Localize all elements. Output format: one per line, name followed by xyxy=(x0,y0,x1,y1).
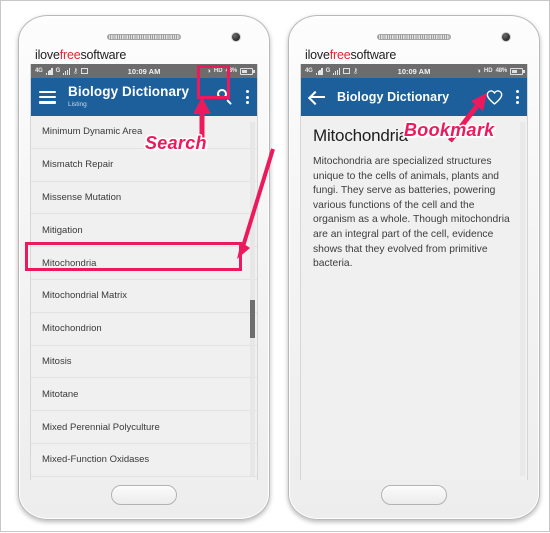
screenshot-icon-right xyxy=(343,68,351,74)
sim2-label: G xyxy=(55,68,61,74)
list-item-label: Mitosis xyxy=(42,355,72,367)
battery-icon xyxy=(240,67,255,75)
definition-panel: Mitochondria Mitochondria are specialize… xyxy=(301,116,527,480)
earpiece-speaker-icon xyxy=(107,34,181,40)
list-items-container: Minimum Dynamic Area Mismatch Repair Misse… xyxy=(31,116,257,477)
watermark-left: ilovefreesoftware xyxy=(35,48,126,62)
page-title-right: Biology Dictionary xyxy=(337,90,450,104)
signal-bars-icon-2-right xyxy=(333,67,341,75)
screen-right: 4G G ⚷ 10:09 AM ◑ HD 48% Biology Diction… xyxy=(300,64,528,480)
list-item-label: Mixed-Function Oxidases xyxy=(42,454,150,466)
status-bar-left-icons-right: 4G G ⚷ xyxy=(305,67,359,75)
network-type-label: 4G xyxy=(35,68,43,74)
vibrate-icon: ◑ xyxy=(206,67,211,75)
heart-bookmark-icon[interactable] xyxy=(483,87,505,107)
hd-icon-right: HD xyxy=(483,68,493,74)
signal-bars-icon-1-right xyxy=(315,67,323,75)
app-bar-title-wrap-right: Biology Dictionary xyxy=(337,90,483,104)
phone-device-right: ilovefreesoftware 4G G ⚷ 10:09 AM ◑ HD 4… xyxy=(288,15,540,520)
front-camera-icon xyxy=(231,32,241,42)
usb-icon-right: ⚷ xyxy=(353,67,359,75)
watermark-highlight-right: free xyxy=(329,48,351,62)
phone-device-left: ilovefreesoftware 4G G ⚷ 10:09 AM ◑ HD 4… xyxy=(18,15,270,520)
search-icon[interactable] xyxy=(215,87,235,107)
status-bar-left-icons: 4G G ⚷ xyxy=(35,67,89,75)
list-item-label: Mitotane xyxy=(42,388,79,400)
page-subtitle-left: Listing xyxy=(68,101,87,108)
list-item[interactable]: Minimum Dynamic Area xyxy=(31,116,257,149)
watermark-prefix-right: ilove xyxy=(305,48,330,62)
app-bar-left: Biology Dictionary Listing xyxy=(31,78,257,116)
list-item-label: Mitochondrion xyxy=(42,323,102,335)
app-bar-title-wrap-left: Biology Dictionary Listing xyxy=(68,85,215,109)
list-item[interactable]: Mismatch Repair xyxy=(31,149,257,182)
sim2-label-right: G xyxy=(325,68,331,74)
network-type-label-right: 4G xyxy=(305,68,313,74)
list-item[interactable]: Mitochondrial Matrix xyxy=(31,280,257,313)
list-item-label: Minimum Dynamic Area xyxy=(42,126,143,138)
status-bar-right-icons: ◑ HD 48% xyxy=(206,67,255,75)
watermark-suffix-right: software xyxy=(350,48,397,62)
definition-body: Mitochondria are specialized structures … xyxy=(313,156,510,270)
battery-icon-right xyxy=(510,67,525,75)
battery-percent-label: 48% xyxy=(225,68,238,74)
dictionary-list[interactable]: Minimum Dynamic Area Mismatch Repair Misse… xyxy=(31,116,257,480)
scrollbar-track-right[interactable] xyxy=(520,122,525,476)
vibrate-icon-right: ◑ xyxy=(476,67,481,75)
kebab-menu-icon-right[interactable] xyxy=(515,90,519,104)
watermark-right: ilovefreesoftware xyxy=(305,48,396,62)
list-item-label: Mitochondrial Matrix xyxy=(42,290,127,302)
watermark-suffix: software xyxy=(80,48,127,62)
home-button-right[interactable] xyxy=(381,485,447,505)
status-bar-left: 4G G ⚷ 10:09 AM ◑ HD 48% xyxy=(31,64,257,78)
list-item[interactable]: Mitosis xyxy=(31,346,257,379)
usb-icon: ⚷ xyxy=(73,67,79,75)
list-item-label: Mitigation xyxy=(42,224,83,236)
hamburger-icon[interactable] xyxy=(39,90,56,104)
list-item[interactable]: Mitochondria xyxy=(31,247,257,280)
kebab-menu-icon-left[interactable] xyxy=(245,90,249,104)
list-item[interactable]: Mitigation xyxy=(31,214,257,248)
list-item-label: Mismatch Repair xyxy=(42,159,114,171)
signal-bars-icon-2 xyxy=(63,67,71,75)
list-item[interactable]: Missense Mutation xyxy=(31,182,257,215)
home-button-left[interactable] xyxy=(111,485,177,505)
list-item[interactable]: Mitochondrion xyxy=(31,313,257,346)
list-item-label: Mitochondria xyxy=(42,257,97,269)
scrollbar-track-left[interactable] xyxy=(250,122,255,476)
list-item[interactable]: Mixed Perennial Polyculture xyxy=(31,411,257,444)
page-title-left: Biology Dictionary xyxy=(68,84,190,99)
watermark-prefix: ilove xyxy=(35,48,60,62)
battery-percent-label-right: 48% xyxy=(495,68,508,74)
app-bar-right: Biology Dictionary xyxy=(301,78,527,116)
signal-bars-icon-1 xyxy=(45,67,53,75)
list-item-label: Mixed Perennial Polyculture xyxy=(42,421,160,433)
list-item[interactable]: Mitotane xyxy=(31,378,257,412)
screenshot-icon xyxy=(81,68,89,74)
status-bar-right-icons-right: ◑ HD 48% xyxy=(476,67,525,75)
screenshot-canvas: ilovefreesoftware 4G G ⚷ 10:09 AM ◑ HD 4… xyxy=(0,0,550,532)
back-arrow-icon[interactable] xyxy=(309,89,327,105)
definition-heading: Mitochondria xyxy=(313,126,408,145)
earpiece-speaker-icon-right xyxy=(377,34,451,40)
screen-left: 4G G ⚷ 10:09 AM ◑ HD 48% Biology Diction… xyxy=(30,64,258,480)
status-bar-right: 4G G ⚷ 10:09 AM ◑ HD 48% xyxy=(301,64,527,78)
hd-icon: HD xyxy=(213,68,223,74)
front-camera-icon-right xyxy=(501,32,511,42)
list-item-label: Missense Mutation xyxy=(42,191,122,203)
scrollbar-thumb-left[interactable] xyxy=(250,300,255,338)
list-item[interactable]: Mixed-Function Oxidases xyxy=(31,444,257,477)
watermark-highlight: free xyxy=(59,48,81,62)
